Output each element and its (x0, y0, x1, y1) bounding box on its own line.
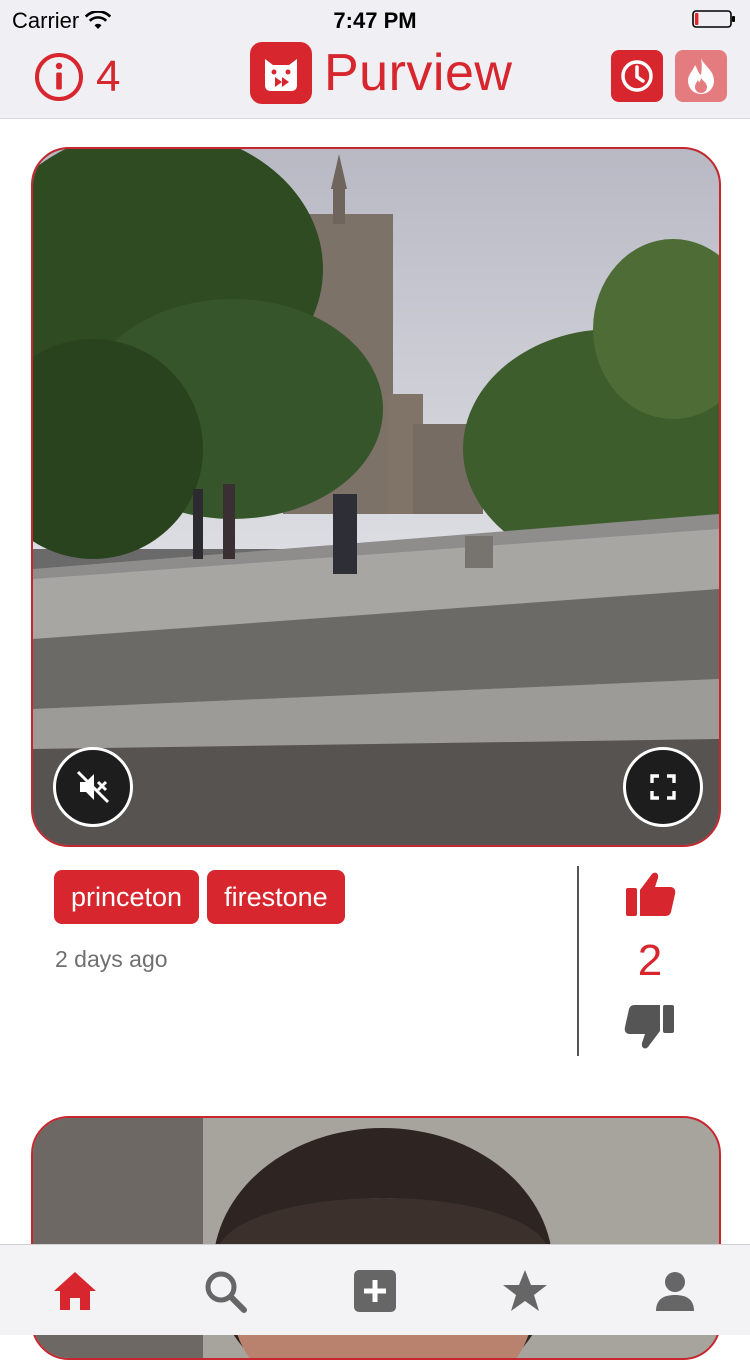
app-logo-icon (250, 42, 312, 104)
brand: Purview (250, 42, 512, 104)
vote-count: 2 (637, 936, 663, 985)
tab-profile[interactable] (645, 1265, 705, 1317)
info-count: 4 (96, 52, 121, 101)
search-icon (205, 1271, 247, 1313)
recent-button[interactable] (611, 50, 663, 102)
mute-button[interactable] (53, 747, 133, 827)
battery-icon (692, 10, 735, 28)
mute-icon (76, 770, 110, 804)
info-button[interactable]: 4 (34, 52, 120, 102)
tab-add[interactable] (345, 1265, 405, 1317)
star-icon (503, 1270, 547, 1311)
fullscreen-button[interactable] (623, 747, 703, 827)
tab-favorites[interactable] (495, 1265, 555, 1317)
tag-chip[interactable]: firestone (207, 870, 345, 924)
home-icon (54, 1272, 96, 1310)
tab-home[interactable] (45, 1265, 105, 1317)
post-time: 2 days ago (55, 946, 168, 972)
fullscreen-icon (650, 774, 676, 800)
video-player[interactable] (31, 147, 721, 847)
tag-list: princeton firestone (54, 870, 345, 924)
thumbs-up-icon (626, 872, 676, 916)
tab-search[interactable] (195, 1265, 255, 1317)
info-icon (35, 53, 83, 101)
profile-icon (656, 1272, 694, 1311)
upvote-button[interactable] (600, 870, 700, 918)
trending-button[interactable] (675, 50, 727, 102)
clock-icon (621, 60, 653, 92)
app-title: Purview (324, 44, 513, 102)
vote-divider (577, 866, 579, 1056)
video-frame (33, 149, 719, 845)
thumbs-down-icon (624, 1005, 674, 1049)
tab-bar (0, 1244, 750, 1335)
fire-icon (688, 58, 714, 94)
downvote-button[interactable] (600, 1003, 700, 1051)
add-icon (354, 1270, 396, 1312)
status-bar: Carrier 7:47 PM (0, 0, 750, 40)
tag-chip[interactable]: princeton (54, 870, 200, 924)
app-header: 4 Purview (0, 40, 750, 119)
clock-time: 7:47 PM (333, 8, 417, 33)
